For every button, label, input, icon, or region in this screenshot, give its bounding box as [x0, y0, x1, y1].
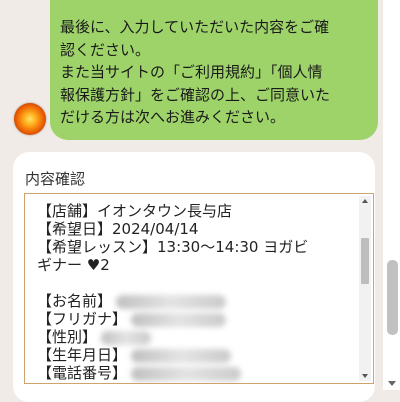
redacted-phone [131, 366, 242, 381]
message-line: また当サイトの「ご利用規約」「個人情 [60, 63, 323, 81]
confirm-line-blank [37, 274, 357, 292]
page-scroll-down-arrow-icon[interactable] [388, 381, 396, 386]
confirmation-card: 内容確認 【店舗】イオンタウン長与店 【希望日】2024/04/14 【希望レッ… [13, 152, 375, 402]
confirmation-title: 内容確認 [25, 170, 86, 188]
redacted-gender [101, 330, 152, 345]
redacted-birthday [131, 348, 232, 363]
redacted-furigana [131, 312, 227, 327]
message-line: 認ください。 [60, 40, 151, 59]
redacted-name [116, 294, 227, 309]
textarea-scroll-thumb[interactable] [361, 238, 369, 284]
message-line: だける方は次へお進みください。 [60, 108, 286, 126]
message-line: 報保護方針」をご確認の上、ご同意いた [60, 85, 331, 104]
orange-sun-avatar-icon [14, 103, 46, 135]
chat-message-bubble: 最後に、入力していただいた内容をご確 認ください。 また当サイトの「ご利用規約」… [50, 0, 378, 140]
page-scrollbar[interactable] [383, 0, 400, 390]
textarea-scrollbar[interactable] [359, 196, 371, 381]
confirm-label-gender: 【性別】 [37, 328, 98, 346]
confirm-label-birthday: 【生年月日】 [37, 346, 128, 364]
confirm-label-furigana: 【フリガナ】 [37, 310, 128, 328]
confirm-line-date: 【希望日】2024/04/14 [37, 220, 199, 238]
confirmation-textarea[interactable]: 【店舗】イオンタウン長与店 【希望日】2024/04/14 【希望レッスン】13… [24, 193, 374, 384]
message-line: 最後に、入力していただいた内容をご確 [60, 18, 330, 36]
scroll-up-arrow-icon[interactable] [362, 199, 368, 203]
confirm-line-store: 【店舗】イオンタウン長与店 [37, 202, 233, 220]
confirm-line-lesson: 【希望レッスン】13:30～14:30 ヨガビ [37, 238, 309, 256]
confirm-label-name: 【お名前】 [37, 292, 113, 310]
confirm-line-lesson-cont: ギナー ♥2 [37, 256, 110, 274]
scroll-down-arrow-icon[interactable] [362, 374, 368, 378]
page-scroll-thumb[interactable] [387, 260, 398, 335]
confirm-label-phone: 【電話番号】 [37, 364, 128, 382]
